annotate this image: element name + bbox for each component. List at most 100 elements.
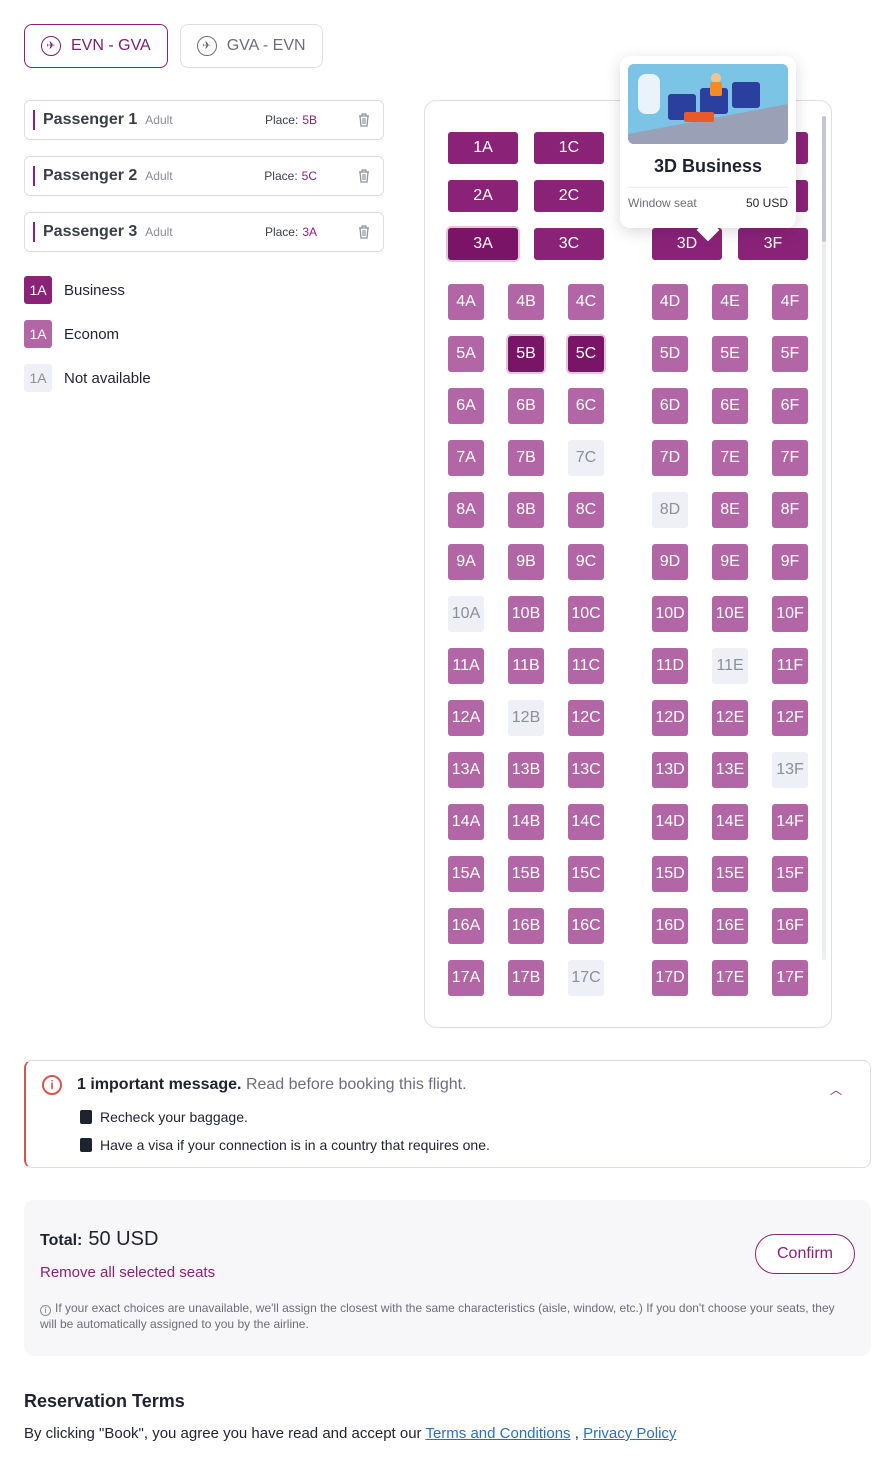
seat-7a[interactable]: 7A (448, 440, 484, 476)
seat-17a[interactable]: 17A (448, 960, 484, 996)
privacy-link[interactable]: Privacy Policy (583, 1425, 676, 1442)
seat-map-scrollbar[interactable] (822, 116, 826, 960)
seat-12d[interactable]: 12D (652, 700, 688, 736)
seat-15d[interactable]: 15D (652, 856, 688, 892)
seat-16b[interactable]: 16B (508, 908, 544, 944)
seat-7e[interactable]: 7E (712, 440, 748, 476)
confirm-button[interactable]: Confirm (755, 1234, 855, 1274)
seat-5d[interactable]: 5D (652, 336, 688, 372)
seat-11f[interactable]: 11F (772, 648, 808, 684)
seat-7f[interactable]: 7F (772, 440, 808, 476)
seat-14f[interactable]: 14F (772, 804, 808, 840)
trash-icon[interactable] (357, 224, 371, 240)
seat-15a[interactable]: 15A (448, 856, 484, 892)
seat-11b[interactable]: 11B (508, 648, 544, 684)
seat-3a[interactable]: 3A (448, 228, 518, 260)
passenger-card[interactable]: Passenger 3 Adult Place: 3A (24, 212, 384, 252)
seat-8e[interactable]: 8E (712, 492, 748, 528)
seat-4a[interactable]: 4A (448, 284, 484, 320)
seat-14b[interactable]: 14B (508, 804, 544, 840)
seat-5a[interactable]: 5A (448, 336, 484, 372)
seat-9c[interactable]: 9C (568, 544, 604, 580)
seat-9f[interactable]: 9F (772, 544, 808, 580)
seat-8b[interactable]: 8B (508, 492, 544, 528)
seat-16e[interactable]: 16E (712, 908, 748, 944)
terms-link[interactable]: Terms and Conditions (425, 1425, 570, 1442)
seat-16d[interactable]: 16D (652, 908, 688, 944)
seat-14c[interactable]: 14C (568, 804, 604, 840)
seat-9e[interactable]: 9E (712, 544, 748, 580)
seat-14a[interactable]: 14A (448, 804, 484, 840)
seat-6b[interactable]: 6B (508, 388, 544, 424)
seat-9b[interactable]: 9B (508, 544, 544, 580)
seat-13a[interactable]: 13A (448, 752, 484, 788)
seat-15b[interactable]: 15B (508, 856, 544, 892)
seat-12e[interactable]: 12E (712, 700, 748, 736)
seat-1a[interactable]: 1A (448, 132, 518, 164)
seat-12f[interactable]: 12F (772, 700, 808, 736)
seat-11d[interactable]: 11D (652, 648, 688, 684)
seat-8a[interactable]: 8A (448, 492, 484, 528)
seat-9d[interactable]: 9D (652, 544, 688, 580)
seat-13c[interactable]: 13C (568, 752, 604, 788)
seat-17f[interactable]: 17F (772, 960, 808, 996)
seat-12a[interactable]: 12A (448, 700, 484, 736)
seat-11c[interactable]: 11C (568, 648, 604, 684)
seat-17d[interactable]: 17D (652, 960, 688, 996)
seat-7b[interactable]: 7B (508, 440, 544, 476)
seat-2c[interactable]: 2C (534, 180, 604, 212)
passenger-card[interactable]: Passenger 1 Adult Place: 5B (24, 100, 384, 140)
seat-4e[interactable]: 4E (712, 284, 748, 320)
seat-6c[interactable]: 6C (568, 388, 604, 424)
seat-4f[interactable]: 4F (772, 284, 808, 320)
seat-10c[interactable]: 10C (568, 596, 604, 632)
seat-10f[interactable]: 10F (772, 596, 808, 632)
seat-5b[interactable]: 5B (508, 336, 544, 372)
seat-14e[interactable]: 14E (712, 804, 748, 840)
trash-icon[interactable] (357, 112, 371, 128)
seat-6f[interactable]: 6F (772, 388, 808, 424)
seat-7d[interactable]: 7D (652, 440, 688, 476)
seat-6d[interactable]: 6D (652, 388, 688, 424)
seat-6a[interactable]: 6A (448, 388, 484, 424)
passenger-card[interactable]: Passenger 2 Adult Place: 5C (24, 156, 384, 196)
seat-13d[interactable]: 13D (652, 752, 688, 788)
seat-12c[interactable]: 12C (568, 700, 604, 736)
seat-2a[interactable]: 2A (448, 180, 518, 212)
seat-10d[interactable]: 10D (652, 596, 688, 632)
seat-16f[interactable]: 16F (772, 908, 808, 944)
seat-15f[interactable]: 15F (772, 856, 808, 892)
seat-9a[interactable]: 9A (448, 544, 484, 580)
seat-map-scroll-thumb[interactable] (822, 116, 826, 242)
seat-1c[interactable]: 1C (534, 132, 604, 164)
seat-10b[interactable]: 10B (508, 596, 544, 632)
seat-16c[interactable]: 16C (568, 908, 604, 944)
seat-5e[interactable]: 5E (712, 336, 748, 372)
seat-17e[interactable]: 17E (712, 960, 748, 996)
seat-13b[interactable]: 13B (508, 752, 544, 788)
seat-15e[interactable]: 15E (712, 856, 748, 892)
seat-8f[interactable]: 8F (772, 492, 808, 528)
seat-13e[interactable]: 13E (712, 752, 748, 788)
seat-10e[interactable]: 10E (712, 596, 748, 632)
seat-11a[interactable]: 11A (448, 648, 484, 684)
chevron-up-icon[interactable]: ︿ (830, 1081, 842, 1098)
seat-5c[interactable]: 5C (568, 336, 604, 372)
seat-3f[interactable]: 3F (738, 228, 808, 260)
seat-4d[interactable]: 4D (652, 284, 688, 320)
seat-3c[interactable]: 3C (534, 228, 604, 260)
seat-15c[interactable]: 15C (568, 856, 604, 892)
seat-8c[interactable]: 8C (568, 492, 604, 528)
seat-6e[interactable]: 6E (712, 388, 748, 424)
seat-4c[interactable]: 4C (568, 284, 604, 320)
remove-selected-seats-link[interactable]: Remove all selected seats (40, 1264, 215, 1281)
tab-evn-gva[interactable]: ✈ EVN - GVA (24, 24, 168, 68)
tab-gva-evn[interactable]: ✈ GVA - EVN (179, 24, 323, 68)
seat-4b[interactable]: 4B (508, 284, 544, 320)
seat-14d[interactable]: 14D (652, 804, 688, 840)
trash-icon[interactable] (357, 168, 371, 184)
tooltip-title: 3D Business (653, 156, 763, 176)
seat-5f[interactable]: 5F (772, 336, 808, 372)
seat-16a[interactable]: 16A (448, 908, 484, 944)
seat-17b[interactable]: 17B (508, 960, 544, 996)
